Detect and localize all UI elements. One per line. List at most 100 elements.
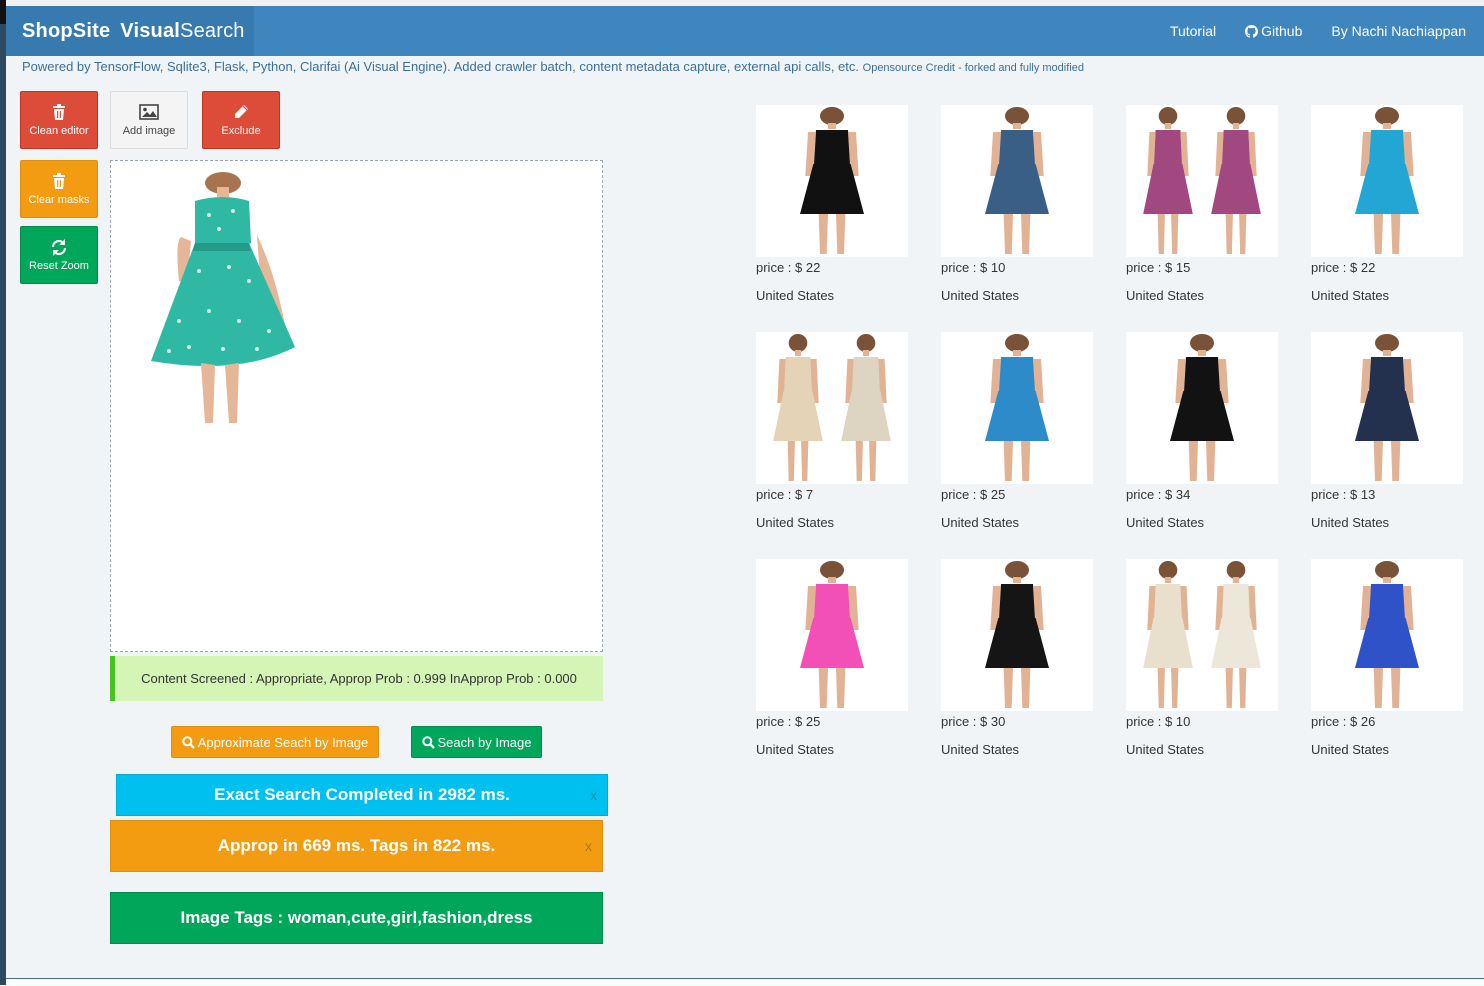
nav-link-tutorial[interactable]: Tutorial <box>1170 23 1216 39</box>
result-price: price : $ 22 <box>1311 260 1376 275</box>
clean-editor-label: Clean editor <box>29 125 89 137</box>
github-icon <box>1245 24 1259 38</box>
reset-zoom-label: Reset Zoom <box>29 260 89 272</box>
brand-visual: Visual <box>120 20 181 42</box>
nav-link-tutorial-label: Tutorial <box>1169 23 1217 39</box>
result-card[interactable]: price : $ 22 United States <box>756 105 908 305</box>
result-country: United States <box>756 742 835 757</box>
result-thumbnail[interactable] <box>941 559 1093 711</box>
dress-figure <box>1143 107 1193 254</box>
query-image[interactable] <box>139 171 299 426</box>
result-card[interactable]: price : $ 34 United States <box>1126 332 1278 532</box>
result-country: United States <box>941 742 1020 757</box>
result-card[interactable]: price : $ 26 United States <box>1311 559 1463 759</box>
result-thumbnail[interactable] <box>756 332 908 484</box>
image-tags-alert: Image Tags : woman,cute,girl,fashion,dre… <box>110 892 603 944</box>
reset-zoom-button[interactable]: Reset Zoom <box>20 226 98 284</box>
result-thumbnail[interactable] <box>941 105 1093 257</box>
add-image-button[interactable]: Add image <box>110 91 188 149</box>
image-tags-text: Image Tags : woman,cute,girl,fashion,dre… <box>180 908 533 927</box>
close-alert-button[interactable]: x <box>585 838 592 854</box>
approp-timing-text: Approp in 669 ms. Tags in 822 ms. <box>217 836 496 855</box>
dress-figure <box>1211 107 1261 254</box>
result-thumbnail[interactable] <box>941 332 1093 484</box>
result-thumbnail[interactable] <box>1311 105 1463 257</box>
result-price: price : $ 15 <box>1126 260 1191 275</box>
app: ShopSite VisualSearch Tutorial Github By … <box>6 6 1484 978</box>
dress-figure <box>1143 561 1193 708</box>
powered-by-main: Powered by TensorFlow, Sqlite3, Flask, P… <box>22 59 860 74</box>
approximate-search-label: Approximate Seach by Image <box>197 734 369 750</box>
add-image-label: Add image <box>122 125 176 137</box>
dress-figure <box>800 107 864 254</box>
exact-search-text: Exact Search Completed in 2982 ms. <box>214 785 510 804</box>
dress-figure <box>773 334 823 481</box>
result-price: price : $ 25 <box>756 714 821 729</box>
result-thumbnail[interactable] <box>756 105 908 257</box>
result-thumbnail[interactable] <box>1311 332 1463 484</box>
brand-shopsite: ShopSite <box>22 20 111 42</box>
dress-figure <box>1170 334 1234 481</box>
result-thumbnail[interactable] <box>1126 559 1278 711</box>
nav-links: Tutorial Github By Nachi Nachiappan <box>1141 6 1466 56</box>
trash-icon <box>53 104 65 120</box>
result-country: United States <box>1311 742 1390 757</box>
result-country: United States <box>1311 288 1390 303</box>
brand[interactable]: ShopSite VisualSearch <box>6 6 254 56</box>
content-screening-status: Content Screened : Appropriate, Approp P… <box>110 656 603 701</box>
exclude-button[interactable]: Exclude <box>202 91 280 149</box>
result-card[interactable]: price : $ 22 United States <box>1311 105 1463 305</box>
result-country: United States <box>756 515 835 530</box>
dress-figure <box>985 561 1049 708</box>
result-card[interactable]: price : $ 10 United States <box>1126 559 1278 759</box>
navbar: ShopSite VisualSearch Tutorial Github By … <box>6 6 1484 56</box>
result-thumbnail[interactable] <box>1126 332 1278 484</box>
result-country: United States <box>756 288 835 303</box>
brand-search: Search <box>180 20 245 42</box>
result-thumbnail[interactable] <box>1311 559 1463 711</box>
result-price: price : $ 10 <box>941 260 1006 275</box>
result-card[interactable]: price : $ 25 United States <box>756 559 908 759</box>
nav-link-author[interactable]: By Nachi Nachiappan <box>1331 23 1466 39</box>
clear-masks-button[interactable]: Clear masks <box>20 160 98 218</box>
search-by-image-label: Seach by Image <box>437 734 532 750</box>
dress-figure <box>800 561 864 708</box>
result-price: price : $ 7 <box>756 487 814 502</box>
content-screening-text: Content Screened : Appropriate, Approp P… <box>141 671 577 686</box>
powered-by-text: Powered by TensorFlow, Sqlite3, Flask, P… <box>22 59 1084 74</box>
search-by-image-button[interactable]: Seach by Image <box>411 726 542 758</box>
close-alert-button[interactable]: x <box>590 787 597 803</box>
approximate-search-button[interactable]: Approximate Seach by Image <box>171 726 379 758</box>
opensource-credit[interactable]: Opensource Credit - forked and fully mod… <box>863 62 1084 74</box>
refresh-icon <box>51 238 67 256</box>
result-price: price : $ 26 <box>1311 714 1376 729</box>
result-country: United States <box>1126 515 1205 530</box>
clean-editor-button[interactable]: Clean editor <box>20 91 98 149</box>
pencil-icon <box>235 105 248 118</box>
nav-link-author-label: By Nachi Nachiappan <box>1331 23 1466 39</box>
nav-link-github[interactable]: Github <box>1245 23 1302 39</box>
result-price: price : $ 10 <box>1126 714 1191 729</box>
result-card[interactable]: price : $ 25 United States <box>941 332 1093 532</box>
result-thumbnail[interactable] <box>756 559 908 711</box>
result-price: price : $ 34 <box>1126 487 1191 502</box>
dress-figure <box>985 107 1049 254</box>
dress-figure <box>1211 561 1261 708</box>
result-country: United States <box>941 515 1020 530</box>
result-price: price : $ 13 <box>1311 487 1376 502</box>
result-card[interactable]: price : $ 30 United States <box>941 559 1093 759</box>
result-country: United States <box>1126 742 1205 757</box>
result-country: United States <box>1126 288 1205 303</box>
result-card[interactable]: price : $ 13 United States <box>1311 332 1463 532</box>
result-card[interactable]: price : $ 10 United States <box>941 105 1093 305</box>
result-country: United States <box>941 288 1020 303</box>
exact-search-alert: Exact Search Completed in 2982 ms. x <box>116 774 608 816</box>
result-card[interactable]: price : $ 15 United States <box>1126 105 1278 305</box>
image-editor-canvas[interactable] <box>110 160 603 652</box>
dress-figure <box>841 334 891 481</box>
dress-figure <box>1355 561 1419 708</box>
result-price: price : $ 25 <box>941 487 1006 502</box>
search-icon <box>182 735 195 749</box>
result-thumbnail[interactable] <box>1126 105 1278 257</box>
result-card[interactable]: price : $ 7 United States <box>756 332 908 532</box>
